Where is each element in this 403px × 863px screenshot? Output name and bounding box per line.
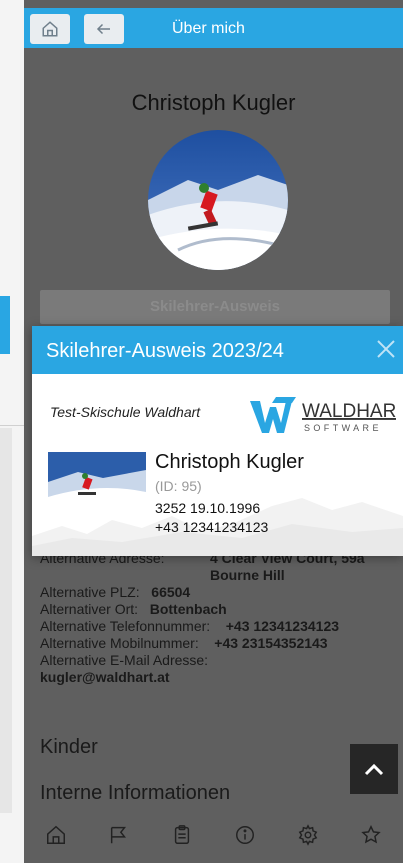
alt-email-label: Alternative E-Mail Adresse: [40, 652, 209, 668]
app-header: Über mich [24, 8, 403, 48]
modal-title: Skilehrer-Ausweis 2023/24 [46, 340, 284, 362]
home-button[interactable] [30, 14, 70, 44]
ausweis-button[interactable]: Skilehrer-Ausweis [40, 290, 390, 324]
nav-home[interactable] [41, 820, 71, 850]
home-icon [46, 825, 65, 844]
card-number-birthdate: 3252 19.10.1996 [155, 500, 260, 516]
page-title: Über mich [172, 20, 245, 37]
waldhart-logo: WALDHART SOFTWARE [246, 393, 403, 437]
info-icon [236, 825, 255, 844]
clipboard-icon [174, 824, 190, 844]
alt-phone-value: +43 12341234123 [225, 618, 340, 634]
logo-main-text: WALDHART [302, 401, 396, 422]
modal-header: Skilehrer-Ausweis 2023/24 [32, 326, 403, 374]
background-strip [0, 428, 12, 813]
alt-city-label: Alternativer Ort: [40, 601, 139, 617]
alt-mobile-label: Alternative Mobilnummer: [40, 635, 199, 651]
star-icon [361, 824, 382, 843]
alt-zip-value: 66504 [151, 584, 191, 600]
detail-list: Alternative Adresse: 4 Clear View Court,… [40, 550, 400, 686]
nav-info[interactable] [230, 820, 260, 850]
arrow-left-icon [96, 23, 110, 35]
school-name: Test-Skischule Waldhart [50, 404, 201, 420]
close-icon [377, 340, 395, 358]
home-icon [42, 21, 58, 37]
card-number: 3252 [155, 500, 187, 516]
chevron-up-icon [364, 763, 384, 776]
ausweis-modal: Skilehrer-Ausweis 2023/24 Test-Skischule… [32, 326, 403, 556]
nav-star[interactable] [356, 820, 386, 850]
card-birthdate: 19.10.1996 [190, 500, 261, 516]
background-divider [0, 425, 24, 426]
card-id: (ID: 95) [155, 478, 202, 494]
alt-address-value-2: Bourne Hill [210, 567, 285, 583]
back-button[interactable] [84, 14, 124, 44]
nav-flag[interactable] [104, 820, 134, 850]
gear-icon [298, 823, 318, 846]
flag-icon [110, 826, 126, 843]
card-photo [48, 452, 146, 514]
bottom-navigation [24, 806, 403, 863]
logo-sub-text: SOFTWARE [304, 423, 382, 433]
section-kinder[interactable]: Kinder [40, 736, 98, 759]
card-name: Christoph Kugler [155, 451, 304, 473]
scroll-to-top-button[interactable] [350, 744, 398, 794]
alt-city-value: Bottenbach [149, 601, 227, 617]
alt-email-value: kugler@waldhart.at [40, 669, 170, 685]
background-blue-tab [0, 296, 10, 354]
section-interne-informationen[interactable]: Interne Informationen [40, 782, 230, 805]
profile-name: Christoph Kugler [131, 90, 296, 115]
nav-clipboard[interactable] [167, 820, 197, 850]
alt-mobile-value: +43 23154352143 [214, 635, 328, 651]
close-button[interactable] [375, 338, 397, 360]
nav-settings[interactable] [293, 820, 323, 850]
profile-avatar [148, 130, 288, 270]
card-phone: +43 12341234123 [155, 519, 269, 535]
background-panel [0, 0, 24, 863]
alt-zip-label: Alternative PLZ: [40, 584, 140, 600]
alt-phone-label: Alternative Telefonnummer: [40, 618, 211, 634]
